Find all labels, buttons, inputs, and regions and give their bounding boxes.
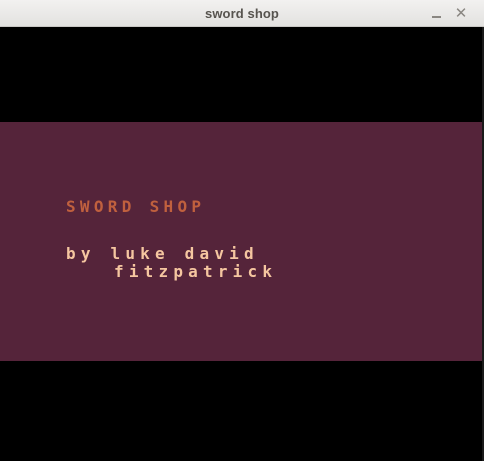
minimize-icon — [432, 16, 441, 18]
minimize-button[interactable] — [428, 4, 446, 22]
title-band: SWORD SHOP by luke david fitzpatrick — [0, 122, 484, 361]
app-window: sword shop ✕ SWORD SHOP by luke david fi… — [0, 0, 484, 461]
window-title: sword shop — [205, 6, 279, 21]
close-button[interactable]: ✕ — [452, 4, 470, 22]
title-bar[interactable]: sword shop ✕ — [0, 0, 484, 27]
author-credit-line-1: by luke david — [66, 244, 259, 263]
close-icon: ✕ — [454, 4, 468, 22]
author-credit-line-2: fitzpatrick — [114, 262, 278, 281]
game-title: SWORD SHOP — [66, 197, 206, 216]
game-screen[interactable]: SWORD SHOP by luke david fitzpatrick — [0, 27, 484, 461]
